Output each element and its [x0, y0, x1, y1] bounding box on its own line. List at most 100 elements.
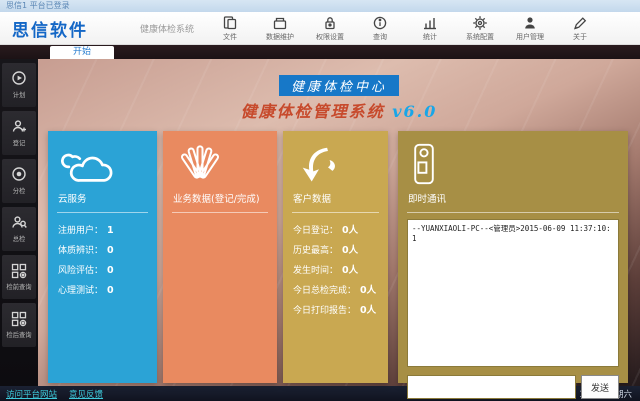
card-instant-messaging: 即时通讯 --YUANXIAOLI-PC--<管理员>2015-06-09 11…	[398, 131, 628, 383]
stat-row: 风险评估：0	[58, 261, 157, 281]
target-icon	[10, 166, 28, 184]
sidebar-item-register[interactable]: 登记	[2, 111, 36, 155]
tab-start[interactable]: 开始	[50, 46, 114, 59]
grid-gear-icon	[10, 310, 28, 328]
stat-value: 0人	[360, 305, 376, 316]
stat-row: 注册用户：1	[58, 221, 157, 241]
toolbar-item-system-config[interactable]: 系统配置	[462, 15, 498, 42]
card-customer-data: 客户数据 今日登记：0人 历史最高：0人 发生时间：0人 今日总检完成：0人 今…	[283, 131, 388, 383]
toolbar-label: 文件	[223, 32, 237, 42]
sidebar-item-label: 分检	[13, 187, 26, 196]
system-title: 健康体检管理系统 v6.0	[38, 98, 640, 122]
toolbar-label: 关于	[573, 32, 587, 42]
stat-row: 今日登记：0人	[293, 221, 388, 241]
card-business-data: 业务数据(登记/完成)	[163, 131, 277, 383]
main-toolbar: 文件 数据维护 权限设置 查询	[212, 15, 598, 42]
toolbar-item-file[interactable]: 文件	[212, 15, 248, 42]
center-name-badge: 健康体检中心	[279, 75, 399, 96]
fan-pages-icon	[163, 131, 277, 185]
send-button[interactable]: 发送	[581, 375, 619, 399]
toolbar-item-query[interactable]: 查询	[362, 15, 398, 42]
sidebar-item-label: 检后查询	[6, 331, 31, 340]
cloud-stats: 注册用户：1 体质辨识：0 风险评估：0 心理测试：0	[48, 219, 157, 301]
login-status-text: 思信1 平台已登录	[6, 1, 70, 10]
card-cloud-service: 云服务 注册用户：1 体质辨识：0 风险评估：0 心理测试：0	[48, 131, 157, 383]
user-icon	[522, 15, 538, 31]
im-message-input[interactable]	[407, 375, 576, 399]
toolbar-label: 查询	[373, 32, 387, 42]
cloud-icon	[48, 131, 157, 185]
user-search-icon	[10, 214, 28, 232]
sidebar-item-label: 登记	[13, 139, 26, 148]
bar-chart-icon	[422, 15, 438, 31]
card-title: 客户数据	[283, 185, 388, 205]
toolbar-label: 统计	[423, 32, 437, 42]
toolbar-item-statistics[interactable]: 统计	[412, 15, 448, 42]
play-circle-icon	[10, 70, 28, 88]
customer-stats: 今日登记：0人 历史最高：0人 发生时间：0人 今日总检完成：0人 今日打印报告…	[283, 219, 388, 321]
im-input-row: 发送	[407, 375, 619, 399]
stat-value: 0	[107, 285, 114, 296]
stat-row: 历史最高：0人	[293, 241, 388, 261]
card-title: 即时通讯	[398, 185, 628, 205]
toolbar-item-data-maintenance[interactable]: 数据维护	[262, 15, 298, 42]
grid-gear-icon	[10, 262, 28, 280]
im-message-log: --YUANXIAOLI-PC--<管理员>2015-06-09 11:37:1…	[407, 219, 619, 367]
app-subtitle: 健康体检系统	[140, 22, 194, 35]
sidebar-item-label: 总检	[13, 235, 26, 244]
divider	[57, 212, 148, 213]
divider	[172, 212, 268, 213]
stat-value: 1	[107, 225, 114, 236]
user-add-icon	[10, 118, 28, 136]
stat-value: 0人	[342, 245, 358, 256]
app-header: 思信软件 健康体检系统 文件 数据维护 权限设置	[0, 12, 640, 45]
status-links: 访问平台网站 意见反馈	[6, 388, 103, 400]
divider	[292, 212, 379, 213]
os-titlebar: 思信1 平台已登录	[0, 0, 640, 12]
archive-box-icon	[272, 15, 288, 31]
sidebar-item-post-exam-query[interactable]: 检后查询	[2, 303, 36, 347]
stat-value: 0人	[360, 285, 376, 296]
stat-value: 0人	[342, 225, 358, 236]
lock-icon	[322, 15, 338, 31]
sidebar-item-final-check[interactable]: 总检	[2, 207, 36, 251]
tab-bar: 开始	[0, 45, 640, 59]
file-icon	[222, 15, 238, 31]
stat-row: 今日打印报告：0人	[293, 301, 388, 321]
sidebar-item-plan[interactable]: 计划	[2, 63, 36, 107]
sidebar-item-triage[interactable]: 分检	[2, 159, 36, 203]
toolbar-label: 数据维护	[266, 32, 294, 42]
page-heading: 健康体检中心 健康体检管理系统 v6.0	[38, 75, 640, 122]
platform-website-link[interactable]: 访问平台网站	[6, 388, 57, 400]
toolbar-label: 权限设置	[316, 32, 344, 42]
feedback-link[interactable]: 意见反馈	[69, 388, 103, 400]
toolbar-item-permissions[interactable]: 权限设置	[312, 15, 348, 42]
stat-value: 0	[107, 245, 114, 256]
system-name: 健康体检管理系统	[241, 102, 385, 121]
toolbar-item-users[interactable]: 用户管理	[512, 15, 548, 42]
stat-row: 发生时间：0人	[293, 261, 388, 281]
toolbar-item-about[interactable]: 关于	[562, 15, 598, 42]
gear-icon	[472, 15, 488, 31]
stat-value: 0人	[342, 265, 358, 276]
hand-cursor-icon	[283, 131, 388, 185]
card-title: 业务数据(登记/完成)	[163, 185, 277, 205]
toolbar-label: 用户管理	[516, 32, 544, 42]
card-title: 云服务	[48, 185, 157, 205]
system-version: v6.0	[392, 102, 437, 121]
app-window: 思信1 平台已登录 思信软件 健康体检系统 文件 数据维护 权	[0, 0, 640, 400]
stat-value: 0	[107, 265, 114, 276]
sidebar-item-label: 检前查询	[6, 283, 31, 292]
mobile-phone-icon	[398, 131, 628, 185]
app-brand: 思信软件	[12, 16, 88, 41]
pen-icon	[572, 15, 588, 31]
im-log-line: --YUANXIAOLI-PC--<管理员>2015-06-09 11:37:1…	[412, 224, 614, 234]
im-log-line: 1	[412, 234, 614, 244]
toolbar-label: 系统配置	[466, 32, 494, 42]
divider	[407, 212, 619, 213]
sidebar-item-pre-exam-query[interactable]: 检前查询	[2, 255, 36, 299]
stat-row: 今日总检完成：0人	[293, 281, 388, 301]
stat-row: 心理测试：0	[58, 281, 157, 301]
stat-row: 体质辨识：0	[58, 241, 157, 261]
sidebar-item-label: 计划	[13, 91, 26, 100]
